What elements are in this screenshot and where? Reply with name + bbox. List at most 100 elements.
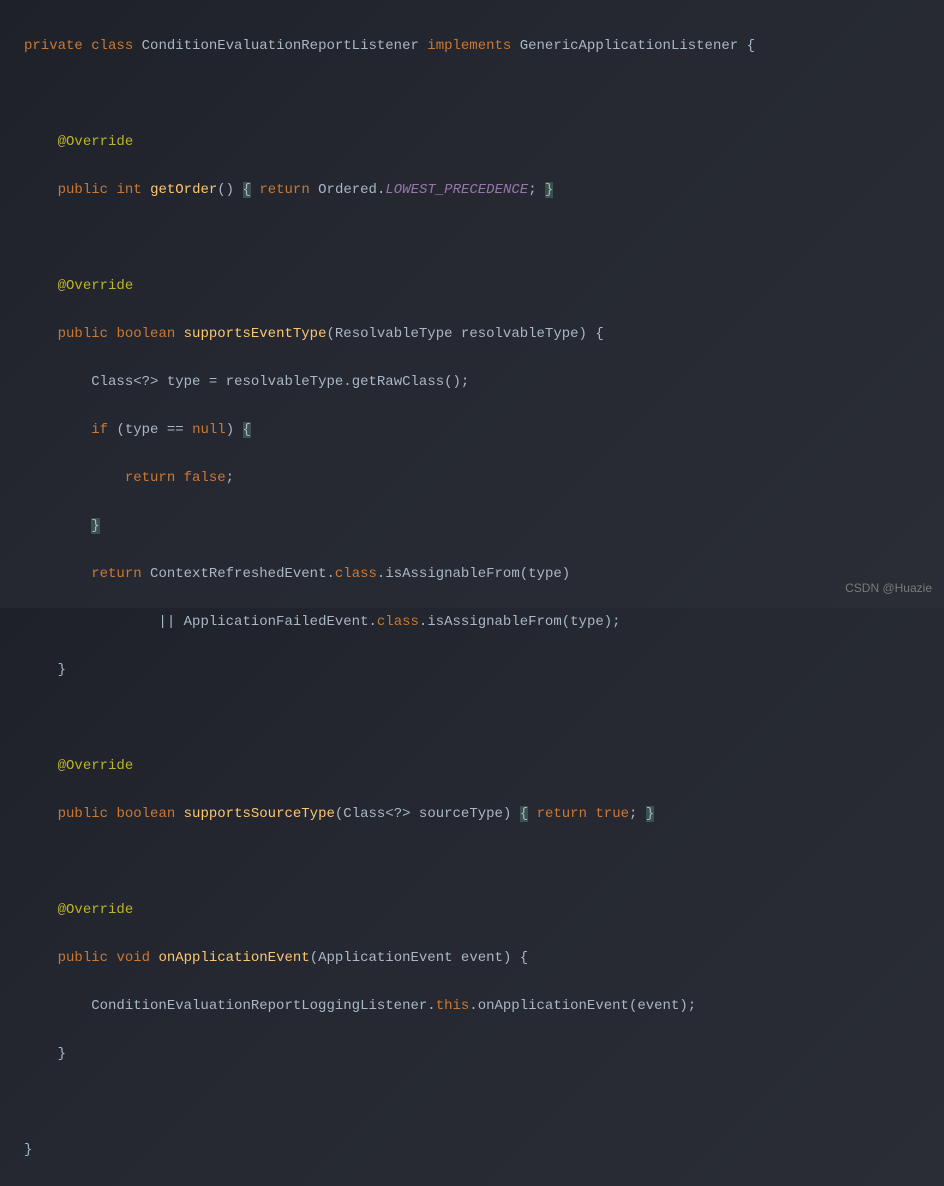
paren-close-semi: ); [679, 998, 696, 1014]
paren-close-semi: ); [604, 614, 621, 630]
eq: = [209, 374, 217, 390]
paren-open: ( [335, 806, 343, 822]
keyword-true: true [595, 806, 629, 822]
class-logginglistener: ConditionEvaluationReportLoggingListener [91, 998, 427, 1014]
brace-close: } [58, 662, 66, 678]
code-line-7: public boolean supportsEventType(Resolva… [24, 322, 944, 346]
keyword-public: public [58, 806, 108, 822]
code-line-21: ConditionEvaluationReportLoggingListener… [24, 994, 944, 1018]
brace-open-hl: { [520, 806, 528, 822]
code-line-16: @Override [24, 754, 944, 778]
paren-open: ( [326, 326, 334, 342]
paren-open: ( [629, 998, 637, 1014]
keyword-boolean: boolean [116, 806, 175, 822]
keyword-if: if [91, 422, 108, 438]
annotation-override: @Override [58, 902, 134, 918]
method-isassignablefrom: isAssignableFrom [427, 614, 561, 630]
keyword-implements: implements [427, 38, 511, 54]
semi: ; [629, 806, 637, 822]
param-name: resolvableType [461, 326, 579, 342]
method-supportseventtype: supportsEventType [184, 326, 327, 342]
param-name: event [461, 950, 503, 966]
paren-close: ) [579, 326, 587, 342]
code-line-13: || ApplicationFailedEvent.class.isAssign… [24, 610, 944, 634]
code-line-blank [24, 1090, 944, 1114]
method-getrawclass: getRawClass [352, 374, 444, 390]
code-line-11: } [24, 514, 944, 538]
arg-type: type [570, 614, 604, 630]
arg-event: event [637, 998, 679, 1014]
code-line-blank [24, 82, 944, 106]
class-name: ConditionEvaluationReportListener [142, 38, 419, 54]
param-type: ApplicationEvent [318, 950, 452, 966]
keyword-class: class [335, 566, 377, 582]
dot: . [469, 998, 477, 1014]
code-line-22: } [24, 1042, 944, 1066]
paren-open: ( [116, 422, 124, 438]
code-line-3: @Override [24, 130, 944, 154]
code-line-10: return false; [24, 466, 944, 490]
paren-open: ( [310, 950, 318, 966]
op-eqeq: == [167, 422, 184, 438]
code-line-4: public int getOrder() { return Ordered.L… [24, 178, 944, 202]
brace-open-hl: { [243, 422, 251, 438]
dot: . [427, 998, 435, 1014]
method-call: onApplicationEvent [478, 998, 629, 1014]
keyword-return: return [537, 806, 587, 822]
code-line-19: @Override [24, 898, 944, 922]
semi: ; [226, 470, 234, 486]
brace-open: { [747, 38, 755, 54]
brace-open: { [520, 950, 528, 966]
method-getorder: getOrder [150, 182, 217, 198]
brace-close: } [24, 1142, 32, 1158]
method-isassignablefrom: isAssignableFrom [385, 566, 519, 582]
method-supportssourcetype: supportsSourceType [184, 806, 335, 822]
param-name: sourceType [419, 806, 503, 822]
keyword-return: return [125, 470, 175, 486]
dot: . [326, 566, 334, 582]
annotation-override: @Override [58, 758, 134, 774]
dot: . [419, 614, 427, 630]
brace-close: } [58, 1046, 66, 1062]
brace-open: { [595, 326, 603, 342]
paren-close: ) [503, 950, 511, 966]
type-class: Class<?> [91, 374, 158, 390]
parens: () [217, 182, 234, 198]
dot: . [368, 614, 376, 630]
parens-semi: (); [444, 374, 469, 390]
code-line-blank [24, 226, 944, 250]
code-editor-view: private class ConditionEvaluationReportL… [0, 10, 944, 1186]
code-line-9: if (type == null) { [24, 418, 944, 442]
code-line-24: } [24, 1138, 944, 1162]
var-type: type [125, 422, 159, 438]
keyword-false: false [184, 470, 226, 486]
keyword-int: int [116, 182, 141, 198]
keyword-boolean: boolean [116, 326, 175, 342]
keyword-void: void [116, 950, 150, 966]
class-ordered: Ordered [318, 182, 377, 198]
keyword-this: this [436, 998, 470, 1014]
param-type: Class<?> [343, 806, 410, 822]
code-line-20: public void onApplicationEvent(Applicati… [24, 946, 944, 970]
semi: ; [528, 182, 536, 198]
code-line-blank [24, 850, 944, 874]
brace-close-hl: } [91, 518, 99, 534]
method-onapplicationevent: onApplicationEvent [158, 950, 309, 966]
brace-open-hl: { [243, 182, 251, 198]
code-line-8: Class<?> type = resolvableType.getRawCla… [24, 370, 944, 394]
code-line-6: @Override [24, 274, 944, 298]
keyword-return: return [91, 566, 141, 582]
code-line-1: private class ConditionEvaluationReportL… [24, 34, 944, 58]
keyword-null: null [192, 422, 226, 438]
brace-close-hl: } [646, 806, 654, 822]
keyword-private: private [24, 38, 83, 54]
dot: . [343, 374, 351, 390]
obj-resolvable: resolvableType [226, 374, 344, 390]
code-line-14: } [24, 658, 944, 682]
interface-name: GenericApplicationListener [520, 38, 738, 54]
keyword-return: return [259, 182, 309, 198]
paren-close: ) [226, 422, 234, 438]
code-line-12: return ContextRefreshedEvent.class.isAss… [24, 562, 944, 586]
keyword-public: public [58, 326, 108, 342]
arg-type: type [528, 566, 562, 582]
